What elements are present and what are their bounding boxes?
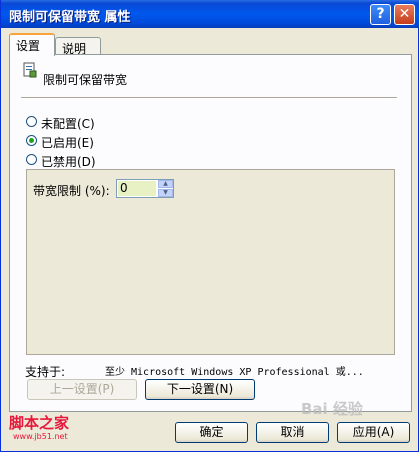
- title-bar[interactable]: 限制可保留带宽 属性 ? ✕: [1, 0, 419, 28]
- settings-panel: 限制可保留带宽 未配置(C) 已启用(E) 已禁用(D) 带宽限制 (%): 0…: [9, 54, 412, 412]
- arrow-up-icon[interactable]: ▲: [158, 180, 173, 188]
- supported-value: 至少 Microsoft Windows XP Professional 或..…: [105, 367, 364, 378]
- supported-label: 支持于:: [25, 365, 66, 379]
- radio-label: 已启用(E): [41, 136, 94, 150]
- cancel-button[interactable]: 取消: [256, 422, 329, 443]
- divider: [21, 97, 397, 99]
- next-setting-button[interactable]: 下一设置(N): [145, 379, 255, 400]
- radio-label: 未配置(C): [41, 117, 95, 131]
- tab-explain[interactable]: 说明: [55, 37, 101, 56]
- policy-title: 限制可保留带宽: [43, 73, 128, 87]
- help-button[interactable]: ?: [370, 4, 391, 25]
- close-button[interactable]: ✕: [394, 4, 415, 25]
- radio-label: 已禁用(D): [41, 155, 96, 169]
- bandwidth-spinner[interactable]: 0 ▲ ▼: [116, 179, 174, 198]
- watermark-url: www.jb51.net: [13, 432, 68, 441]
- options-box: 带宽限制 (%): 0 ▲ ▼: [26, 169, 395, 355]
- policy-setting-icon: [23, 62, 37, 78]
- watermark-logo: 脚本之家: [9, 414, 70, 432]
- window-title: 限制可保留带宽 属性: [9, 10, 131, 25]
- watermark-baidu: Bai 经验: [301, 400, 363, 418]
- radio-indicator[interactable]: [26, 135, 37, 146]
- radio-indicator[interactable]: [26, 154, 37, 165]
- tab-settings[interactable]: 设置: [9, 33, 55, 56]
- bandwidth-label: 带宽限制 (%):: [33, 184, 110, 198]
- prev-setting-button[interactable]: 上一设置(P): [27, 379, 137, 400]
- properties-dialog: 限制可保留带宽 属性 ? ✕ 设置 说明 限制可保留带宽 未配置(C) 已启用(…: [0, 0, 419, 452]
- radio-indicator[interactable]: [26, 116, 37, 127]
- spinner-arrows: ▲ ▼: [158, 180, 173, 197]
- apply-button[interactable]: 应用(A): [337, 422, 410, 443]
- bandwidth-input[interactable]: 0: [118, 181, 156, 196]
- arrow-down-icon[interactable]: ▼: [158, 189, 173, 197]
- ok-button[interactable]: 确定: [175, 422, 248, 443]
